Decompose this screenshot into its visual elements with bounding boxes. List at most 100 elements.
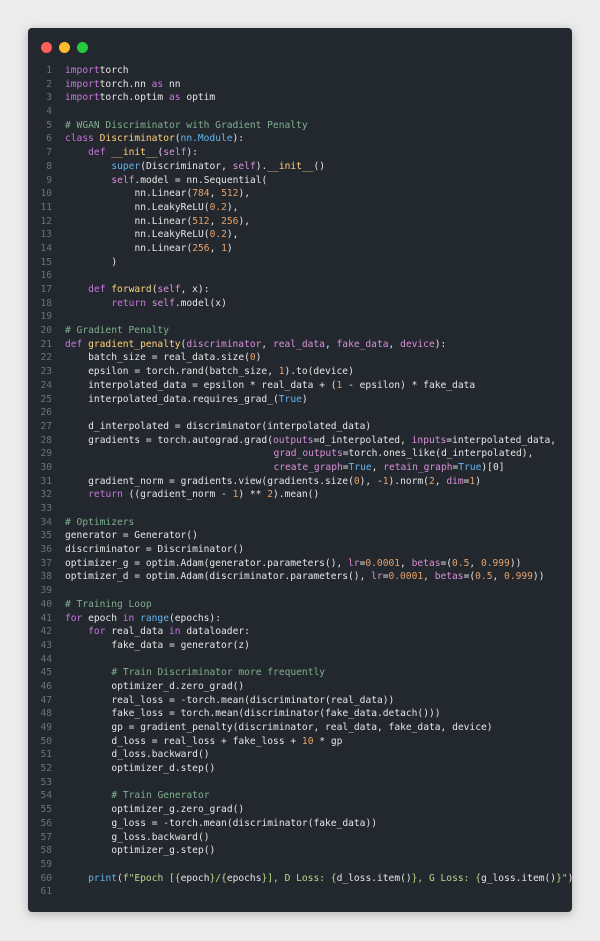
code-line: 22 batch_size = real_data.size(0) <box>28 351 572 365</box>
code-line: 28 gradients = torch.autograd.grad(output… <box>28 434 572 448</box>
code-token: forward <box>111 284 152 295</box>
code-line: 27 d_interpolated = discriminator(interpo… <box>28 420 572 434</box>
line-number: 50 <box>40 735 52 747</box>
code-editor[interactable]: 1 importtorch 2 importtorch.nn as nn 3 import… <box>28 64 572 899</box>
code-token: outputs <box>273 434 314 446</box>
code-line: 16 <box>28 269 572 283</box>
code-token: nn.Linear( <box>134 242 193 254</box>
code-line: 5 # WGAN Discriminator with Gradient Pena… <box>28 119 572 133</box>
line-number: 48 <box>40 708 52 720</box>
code-token: 0.5 <box>452 557 470 569</box>
code-token: ) <box>301 393 308 405</box>
code-token: lr <box>371 571 383 583</box>
code-token: nn <box>168 78 181 90</box>
code-token: discriminator <box>186 338 262 350</box>
line-number: 56 <box>40 817 52 829</box>
code-token: nn.LeakyReLU( <box>134 201 210 213</box>
code-token: f"Epoch [{ <box>122 872 181 884</box>
code-line: 53 <box>28 776 572 790</box>
code-token: # WGAN Discriminator with Gradient Penal… <box>65 119 308 131</box>
line-number: 61 <box>40 886 52 898</box>
code-token: (Discriminator, <box>140 160 233 172</box>
code-token: # Optimizers <box>65 516 135 528</box>
line-source: g_loss = -torch.mean(discriminator(fake_… <box>111 817 377 831</box>
line-number: 44 <box>40 653 52 665</box>
code-token: , <box>469 557 481 569</box>
code-line: 39 <box>28 584 572 598</box>
code-token: as <box>168 92 181 104</box>
code-token: d_loss.backward() <box>111 749 210 761</box>
line-source: nn.Linear(512, 256), <box>134 215 250 229</box>
code-token: 10 <box>301 735 314 747</box>
code-line: 21 def gradient_penalty(discriminator, re… <box>28 338 572 352</box>
code-token: g_loss.item() <box>480 872 557 884</box>
code-token: ), <box>226 201 239 213</box>
code-line: 58 optimizer_g.step() <box>28 844 572 858</box>
code-token: interpolated_data.requires_grad_( <box>88 393 279 405</box>
code-token: ((gradient_norm - <box>128 489 233 501</box>
code-line: 44 <box>28 653 572 667</box>
code-line: 41 for epoch in range(epochs): <box>28 612 572 626</box>
code-line: 31 gradient_norm = gradients.view(gradien… <box>28 475 572 489</box>
code-token: torch.optim <box>99 92 169 104</box>
line-number: 29 <box>40 448 52 460</box>
code-token: =( <box>463 571 476 583</box>
close-button[interactable] <box>41 42 52 53</box>
code-token: ): <box>232 133 245 145</box>
code-token: real_loss = -torch.mean(discriminator(re… <box>111 694 395 706</box>
line-source: d_interpolated = discriminator(interpola… <box>88 420 371 434</box>
line-number: 40 <box>40 598 52 610</box>
maximize-button[interactable] <box>77 42 88 53</box>
code-token: 0.2 <box>209 229 227 241</box>
line-source: importtorch <box>65 64 129 78</box>
code-token: g_loss = -torch.mean(discriminator(fake_… <box>111 817 378 829</box>
line-source: discriminator = Discriminator() <box>65 543 244 557</box>
line-number: 33 <box>40 503 52 514</box>
code-line: 4 <box>28 105 572 119</box>
line-source: ) <box>111 256 117 270</box>
code-token: ) <box>475 475 481 487</box>
line-source: grad_outputs=torch.ones_like(d_interpola… <box>273 447 533 461</box>
line-source: fake_loss = torch.mean(discriminator(fak… <box>111 707 440 721</box>
code-line: 8 super(Discriminator, self).__init__() <box>28 160 572 174</box>
line-source: nn.Linear(784, 512), <box>134 187 250 201</box>
code-line: 24 interpolated_data = epsilon * real_dat… <box>28 379 572 393</box>
line-source: nn.Linear(256, 1) <box>134 242 232 256</box>
code-token: optim <box>186 92 216 104</box>
line-source: class Discriminator(nn.Module): <box>65 132 244 146</box>
line-number: 46 <box>40 680 52 692</box>
code-token: * gp <box>319 735 343 747</box>
line-number: 32 <box>40 489 52 501</box>
line-number: 8 <box>46 160 52 172</box>
line-source: # Optimizers <box>65 516 134 530</box>
line-number: 51 <box>40 749 52 761</box>
line-source: real_loss = -torch.mean(discriminator(re… <box>111 694 394 708</box>
code-token: , <box>209 188 222 200</box>
line-number: 30 <box>40 461 52 473</box>
line-number: 23 <box>40 366 52 378</box>
line-number: 18 <box>40 297 52 309</box>
code-token: def <box>88 284 106 295</box>
line-source: optimizer_g.step() <box>111 844 215 858</box>
line-source: d_loss = real_loss + fake_loss + 10 * gp <box>111 735 342 749</box>
code-token: self <box>163 147 187 159</box>
line-number: 9 <box>46 174 52 186</box>
line-number: 25 <box>40 393 52 405</box>
code-token: 0.5 <box>475 571 493 583</box>
minimize-button[interactable] <box>59 42 70 53</box>
code-token: gradient_penalty <box>88 338 181 350</box>
code-token: (epochs): <box>169 612 221 624</box>
code-line: 38 optimizer_d = optim.Adam(discriminator… <box>28 570 572 584</box>
code-token: optimizer_d.zero_grad() <box>111 680 245 692</box>
line-source: # Gradient Penalty <box>65 324 169 338</box>
code-line: 11 nn.LeakyReLU(0.2), <box>28 201 572 215</box>
code-token: }, G Loss: { <box>411 872 481 884</box>
code-token: __init__ <box>111 147 158 159</box>
line-source: def __init__(self): <box>88 146 198 160</box>
code-token: 256 <box>192 242 210 254</box>
code-line: 9 self.model = nn.Sequential( <box>28 174 572 188</box>
code-token: discriminator = Discriminator() <box>65 544 245 556</box>
code-token: =interpolated_data, <box>446 434 557 446</box>
code-token: g_loss.backward() <box>111 831 210 843</box>
code-token: torch.nn <box>99 78 152 90</box>
